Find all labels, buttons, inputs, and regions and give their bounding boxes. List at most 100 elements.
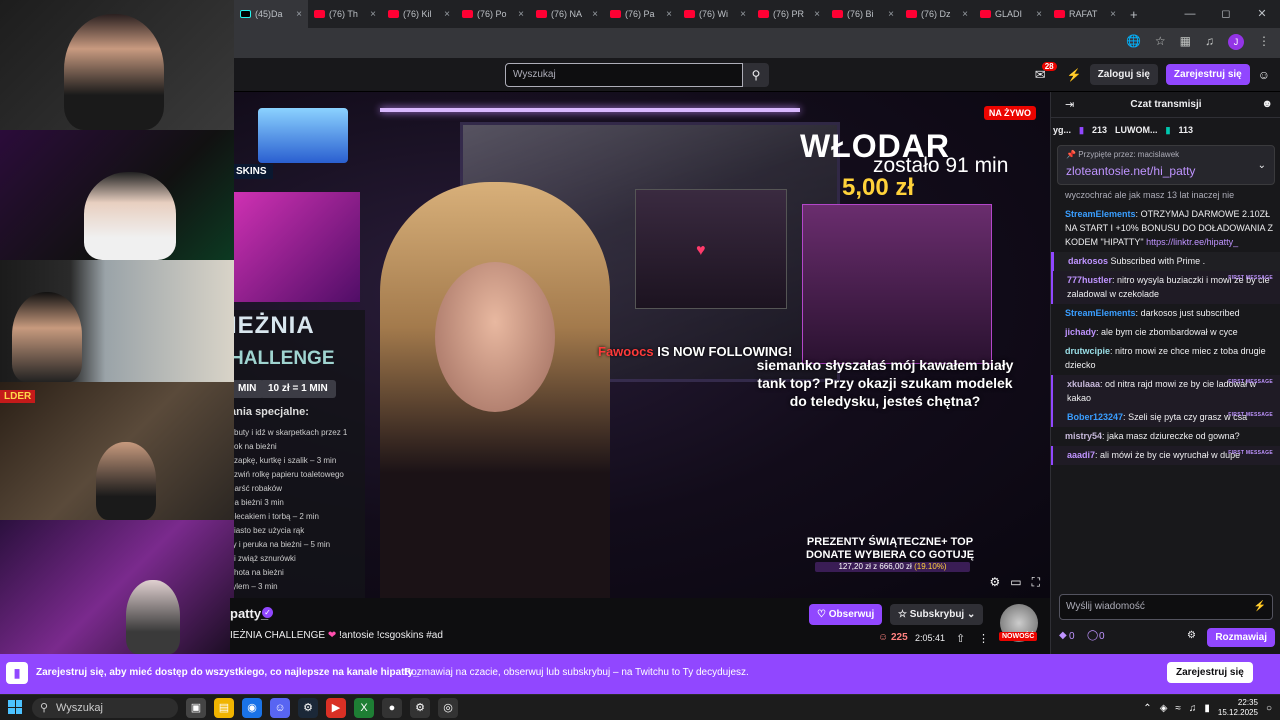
file-explorer-icon[interactable]: ▤ bbox=[214, 698, 234, 718]
pinned-link[interactable]: zloteantosie.net/hi_patty bbox=[1066, 164, 1195, 178]
browser-tab[interactable]: (76) PR × bbox=[752, 0, 826, 28]
leader-2-name: LUWOM... bbox=[1115, 125, 1158, 135]
subscribe-button[interactable]: ☆ Subskrybuj ⌄ bbox=[890, 604, 984, 625]
channel-points-icon[interactable]: ◆ bbox=[1059, 630, 1067, 641]
chat-username[interactable]: StreamElements bbox=[1065, 209, 1136, 219]
overlay-cam-2 bbox=[802, 204, 992, 364]
settings-icon[interactable]: ⚙ bbox=[410, 698, 430, 718]
extensions-icon[interactable]: ▦ bbox=[1180, 34, 1191, 50]
settings-gear-icon[interactable]: ⚙ bbox=[989, 575, 1000, 590]
maximize-icon[interactable]: ◻ bbox=[1208, 0, 1244, 28]
more-options-icon[interactable]: ⋮ bbox=[978, 632, 989, 645]
browser-tab-label: (76) Po bbox=[477, 9, 507, 19]
browser-tab[interactable]: (76) NA × bbox=[530, 0, 604, 28]
start-menu-icon[interactable] bbox=[8, 700, 22, 714]
chat-username[interactable]: drutwcipie bbox=[1065, 346, 1110, 356]
new-tab-button[interactable]: + bbox=[1122, 7, 1146, 22]
steam-icon[interactable]: ⚙ bbox=[298, 698, 318, 718]
share-icon[interactable]: ⇧ bbox=[956, 632, 965, 645]
close-tab-icon[interactable]: × bbox=[444, 9, 450, 20]
chrome-icon[interactable]: ◉ bbox=[242, 698, 262, 718]
youtube-icon bbox=[314, 10, 325, 18]
banner-signup-button[interactable]: Zarejestruj się bbox=[1167, 662, 1253, 683]
taskbar-search[interactable]: ⚲ Wyszukaj bbox=[32, 698, 178, 718]
discord-icon[interactable]: ☺ bbox=[270, 698, 290, 718]
battery-icon[interactable]: ▮ bbox=[1204, 703, 1210, 714]
browser-tab[interactable]: RAFAT × bbox=[1048, 0, 1122, 28]
chat-username[interactable]: mistry54 bbox=[1065, 431, 1102, 441]
fullscreen-icon[interactable]: ⛶ bbox=[1032, 575, 1040, 590]
chat-username[interactable]: jichady bbox=[1065, 327, 1096, 337]
search-button[interactable]: ⚲ bbox=[743, 63, 769, 87]
user-menu-icon[interactable]: ☺ bbox=[1258, 68, 1270, 82]
signup-button[interactable]: Zarejestruj się bbox=[1165, 64, 1250, 85]
close-tab-icon[interactable]: × bbox=[962, 9, 968, 20]
media-player-icon[interactable]: ▶ bbox=[326, 698, 346, 718]
browser-tab-label: (76) Bi bbox=[847, 9, 874, 19]
chat-username[interactable]: aaadi7 bbox=[1067, 450, 1095, 460]
obs-icon[interactable]: ◎ bbox=[438, 698, 458, 718]
profile-avatar[interactable]: J bbox=[1228, 34, 1244, 50]
login-button[interactable]: Zaloguj się bbox=[1089, 64, 1158, 85]
turbo-icon[interactable]: ⚡ bbox=[1067, 68, 1082, 82]
close-tab-icon[interactable]: × bbox=[814, 9, 820, 20]
close-tab-icon[interactable]: × bbox=[592, 9, 598, 20]
close-tab-icon[interactable]: × bbox=[370, 9, 376, 20]
bits-icon[interactable]: ⚡ bbox=[1254, 595, 1266, 619]
chat-input[interactable]: Wyślij wiadomość ⚡ bbox=[1059, 594, 1273, 620]
tray-chevron-icon[interactable]: ⌃ bbox=[1143, 703, 1151, 714]
wifi-icon[interactable]: ≈ bbox=[1175, 703, 1181, 714]
search-input[interactable]: Wyszukaj bbox=[505, 63, 743, 87]
browser-tab[interactable]: (76) Wi × bbox=[678, 0, 752, 28]
chat-username[interactable]: darkosos bbox=[1068, 256, 1108, 266]
chat-username[interactable]: 777hustler bbox=[1067, 275, 1112, 285]
webcam-2 bbox=[0, 130, 234, 260]
browser-menu-icon[interactable]: ⋮ bbox=[1258, 34, 1270, 50]
browser-tab[interactable]: (76) Po × bbox=[456, 0, 530, 28]
browser-tab[interactable]: (76) Kil × bbox=[382, 0, 456, 28]
chat-send-button[interactable]: Rozmawiaj bbox=[1207, 628, 1275, 647]
browser-tab-label: (76) Th bbox=[329, 9, 358, 19]
browser-tab[interactable]: (76) Bi × bbox=[826, 0, 900, 28]
video-player[interactable]: SKINS ♥ IEŻNIA HALLENGE MIN 10 zł = 1 MI… bbox=[230, 92, 1050, 598]
chat-username[interactable]: xkulaaa bbox=[1067, 379, 1100, 389]
xbox-icon[interactable]: ● bbox=[382, 698, 402, 718]
chat-message: mistry54: jaka masz dziureczke od gowna? bbox=[1051, 427, 1280, 446]
watch-streak-icon[interactable]: ◯ bbox=[1087, 630, 1098, 641]
notifications-icon[interactable]: ○ bbox=[1266, 703, 1272, 714]
bookmark-star-icon[interactable]: ☆ bbox=[1155, 34, 1166, 50]
media-controls-icon[interactable]: ♫ bbox=[1205, 34, 1214, 50]
close-tab-icon[interactable]: × bbox=[666, 9, 672, 20]
close-tab-icon[interactable]: × bbox=[296, 9, 302, 20]
pinned-message[interactable]: 📌 Przypięte przez: macislawek zloteantos… bbox=[1057, 145, 1275, 185]
inbox-button[interactable]: ✉ 28 bbox=[1035, 61, 1057, 83]
close-tab-icon[interactable]: × bbox=[518, 9, 524, 20]
minimize-icon[interactable]: — bbox=[1172, 0, 1208, 28]
chevron-down-icon[interactable]: ⌄ bbox=[1258, 160, 1266, 171]
browser-tab[interactable]: (76) Dz × bbox=[900, 0, 974, 28]
close-tab-icon[interactable]: × bbox=[1036, 9, 1042, 20]
chevron-down-icon: ⌄ bbox=[967, 609, 976, 620]
translate-icon[interactable]: 🌐 bbox=[1126, 34, 1141, 50]
chat-username[interactable]: Bober123247 bbox=[1067, 412, 1123, 422]
chat-link[interactable]: https://linktr.ee/hipatty_ bbox=[1146, 237, 1238, 247]
network-icon[interactable]: ◈ bbox=[1160, 703, 1168, 714]
clock[interactable]: 22:35 15.12.2025 bbox=[1218, 698, 1258, 718]
community-icon[interactable]: ☻ bbox=[1261, 98, 1273, 110]
browser-tab[interactable]: (45)Da × bbox=[234, 0, 308, 28]
chat-settings-icon[interactable]: ⚙ bbox=[1187, 630, 1196, 641]
chat-username[interactable]: StreamElements bbox=[1065, 308, 1136, 318]
excel-icon[interactable]: X bbox=[354, 698, 374, 718]
task-view-icon[interactable]: ▣ bbox=[186, 698, 206, 718]
browser-tab[interactable]: GLADI × bbox=[974, 0, 1048, 28]
browser-tab[interactable]: (76) Th × bbox=[308, 0, 382, 28]
close-tab-icon[interactable]: × bbox=[888, 9, 894, 20]
close-tab-icon[interactable]: × bbox=[1110, 9, 1116, 20]
follow-button[interactable]: ♡ Obserwuj bbox=[809, 604, 883, 625]
close-window-icon[interactable]: ✕ bbox=[1244, 0, 1280, 28]
close-tab-icon[interactable]: × bbox=[740, 9, 746, 20]
browser-tab[interactable]: (76) Pa × bbox=[604, 0, 678, 28]
volume-icon[interactable]: ♫ bbox=[1189, 703, 1197, 714]
theatre-mode-icon[interactable]: ▭ bbox=[1010, 575, 1021, 590]
channel-info-bar: patty_ ✓ IEŻNIA CHALLENGE ❤ !antosie !cs… bbox=[230, 598, 1050, 654]
